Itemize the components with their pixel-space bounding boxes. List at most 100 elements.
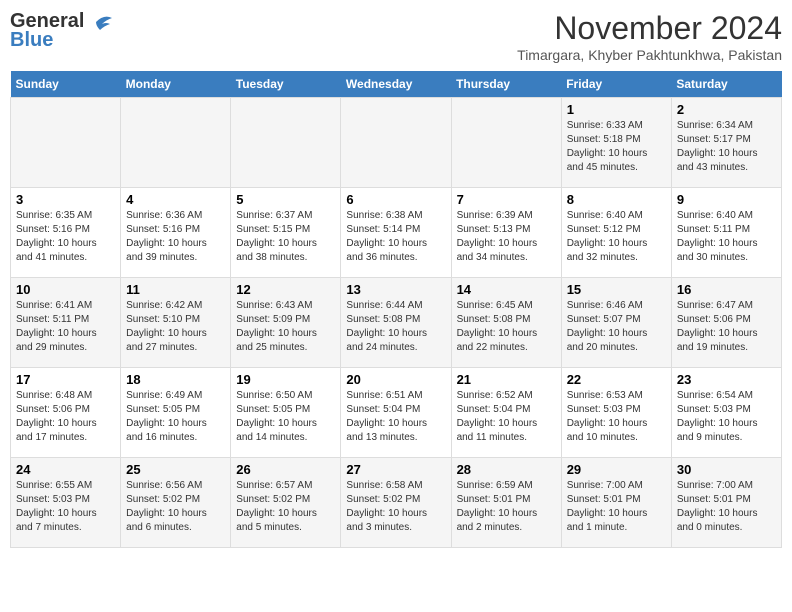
calendar-day-cell: 14 Sunrise: 6:45 AM Sunset: 5:08 PM Dayli… [451,278,561,368]
calendar-week-row: 17 Sunrise: 6:48 AM Sunset: 5:06 PM Dayli… [11,368,782,458]
calendar-day-cell: 1 Sunrise: 6:33 AM Sunset: 5:18 PM Daylig… [561,98,671,188]
day-number: 15 [567,282,666,297]
day-number: 9 [677,192,776,207]
day-info-text: Sunrise: 6:35 AM Sunset: 5:16 PM Dayligh… [16,209,115,265]
day-number: 12 [236,282,335,297]
calendar-day-cell [451,98,561,188]
logo-bird-icon [86,12,114,32]
calendar-day-cell: 25 Sunrise: 6:56 AM Sunset: 5:02 PM Dayli… [121,458,231,548]
calendar-day-cell: 15 Sunrise: 6:46 AM Sunset: 5:07 PM Dayli… [561,278,671,368]
day-info-text: Sunrise: 6:42 AM Sunset: 5:10 PM Dayligh… [126,299,225,355]
calendar-day-cell: 4 Sunrise: 6:36 AM Sunset: 5:16 PM Daylig… [121,188,231,278]
day-number: 30 [677,462,776,477]
day-info-text: Sunrise: 6:51 AM Sunset: 5:04 PM Dayligh… [346,389,445,445]
day-number: 24 [16,462,115,477]
day-of-week-header: Thursday [451,71,561,98]
day-of-week-header: Tuesday [231,71,341,98]
day-info-text: Sunrise: 6:38 AM Sunset: 5:14 PM Dayligh… [346,209,445,265]
calendar-day-cell: 23 Sunrise: 6:54 AM Sunset: 5:03 PM Dayli… [671,368,781,458]
calendar-day-cell: 16 Sunrise: 6:47 AM Sunset: 5:06 PM Dayli… [671,278,781,368]
day-info-text: Sunrise: 6:40 AM Sunset: 5:12 PM Dayligh… [567,209,666,265]
day-number: 21 [457,372,556,387]
day-number: 1 [567,102,666,117]
day-number: 14 [457,282,556,297]
day-info-text: Sunrise: 6:46 AM Sunset: 5:07 PM Dayligh… [567,299,666,355]
day-number: 10 [16,282,115,297]
calendar-header-row: SundayMondayTuesdayWednesdayThursdayFrid… [11,71,782,98]
day-info-text: Sunrise: 6:37 AM Sunset: 5:15 PM Dayligh… [236,209,335,265]
calendar-day-cell: 6Sunrise: 6:38 AM Sunset: 5:14 PM Daylig… [341,188,451,278]
day-info-text: Sunrise: 6:36 AM Sunset: 5:16 PM Dayligh… [126,209,225,265]
day-info-text: Sunrise: 6:45 AM Sunset: 5:08 PM Dayligh… [457,299,556,355]
calendar-day-cell: 22Sunrise: 6:53 AM Sunset: 5:03 PM Dayli… [561,368,671,458]
day-info-text: Sunrise: 6:34 AM Sunset: 5:17 PM Dayligh… [677,119,776,175]
day-info-text: Sunrise: 6:54 AM Sunset: 5:03 PM Dayligh… [677,389,776,445]
day-info-text: Sunrise: 6:39 AM Sunset: 5:13 PM Dayligh… [457,209,556,265]
day-info-text: Sunrise: 6:48 AM Sunset: 5:06 PM Dayligh… [16,389,115,445]
page-header: General Blue November 2024 Timargara, Kh… [10,10,782,63]
day-of-week-header: Saturday [671,71,781,98]
day-number: 4 [126,192,225,207]
calendar-day-cell: 3Sunrise: 6:35 AM Sunset: 5:16 PM Daylig… [11,188,121,278]
calendar-day-cell: 30 Sunrise: 7:00 AM Sunset: 5:01 PM Dayli… [671,458,781,548]
day-info-text: Sunrise: 6:40 AM Sunset: 5:11 PM Dayligh… [677,209,776,265]
day-number: 23 [677,372,776,387]
calendar-week-row: 24 Sunrise: 6:55 AM Sunset: 5:03 PM Dayli… [11,458,782,548]
day-number: 29 [567,462,666,477]
day-number: 18 [126,372,225,387]
day-info-text: Sunrise: 6:44 AM Sunset: 5:08 PM Dayligh… [346,299,445,355]
day-of-week-header: Sunday [11,71,121,98]
calendar-day-cell: 26Sunrise: 6:57 AM Sunset: 5:02 PM Dayli… [231,458,341,548]
calendar-day-cell [121,98,231,188]
calendar-day-cell: 24 Sunrise: 6:55 AM Sunset: 5:03 PM Dayli… [11,458,121,548]
day-info-text: Sunrise: 6:56 AM Sunset: 5:02 PM Dayligh… [126,479,225,535]
calendar-day-cell: 28 Sunrise: 6:59 AM Sunset: 5:01 PM Dayli… [451,458,561,548]
day-number: 17 [16,372,115,387]
logo-blue-text: Blue [10,29,53,52]
day-number: 13 [346,282,445,297]
calendar-day-cell: 9 Sunrise: 6:40 AM Sunset: 5:11 PM Daylig… [671,188,781,278]
day-info-text: Sunrise: 6:33 AM Sunset: 5:18 PM Dayligh… [567,119,666,175]
calendar-day-cell: 8 Sunrise: 6:40 AM Sunset: 5:12 PM Daylig… [561,188,671,278]
day-number: 25 [126,462,225,477]
calendar-day-cell: 7Sunrise: 6:39 AM Sunset: 5:13 PM Daylig… [451,188,561,278]
day-number: 22 [567,372,666,387]
day-info-text: Sunrise: 6:43 AM Sunset: 5:09 PM Dayligh… [236,299,335,355]
calendar-day-cell: 5 Sunrise: 6:37 AM Sunset: 5:15 PM Daylig… [231,188,341,278]
day-number: 11 [126,282,225,297]
day-info-text: Sunrise: 6:50 AM Sunset: 5:05 PM Dayligh… [236,389,335,445]
day-number: 5 [236,192,335,207]
day-info-text: Sunrise: 7:00 AM Sunset: 5:01 PM Dayligh… [677,479,776,535]
calendar-week-row: 1 Sunrise: 6:33 AM Sunset: 5:18 PM Daylig… [11,98,782,188]
day-info-text: Sunrise: 6:59 AM Sunset: 5:01 PM Dayligh… [457,479,556,535]
day-number: 16 [677,282,776,297]
calendar-day-cell: 12 Sunrise: 6:43 AM Sunset: 5:09 PM Dayli… [231,278,341,368]
day-of-week-header: Monday [121,71,231,98]
day-number: 19 [236,372,335,387]
day-info-text: Sunrise: 6:52 AM Sunset: 5:04 PM Dayligh… [457,389,556,445]
day-of-week-header: Wednesday [341,71,451,98]
day-number: 8 [567,192,666,207]
calendar-day-cell: 27 Sunrise: 6:58 AM Sunset: 5:02 PM Dayli… [341,458,451,548]
calendar-day-cell [231,98,341,188]
calendar-day-cell: 29 Sunrise: 7:00 AM Sunset: 5:01 PM Dayli… [561,458,671,548]
month-year-title: November 2024 [517,10,782,47]
calendar-day-cell: 18 Sunrise: 6:49 AM Sunset: 5:05 PM Dayli… [121,368,231,458]
day-number: 27 [346,462,445,477]
calendar-week-row: 10Sunrise: 6:41 AM Sunset: 5:11 PM Dayli… [11,278,782,368]
calendar-table: SundayMondayTuesdayWednesdayThursdayFrid… [10,71,782,548]
calendar-week-row: 3Sunrise: 6:35 AM Sunset: 5:16 PM Daylig… [11,188,782,278]
day-number: 20 [346,372,445,387]
day-number: 28 [457,462,556,477]
day-info-text: Sunrise: 6:49 AM Sunset: 5:05 PM Dayligh… [126,389,225,445]
calendar-day-cell: 17 Sunrise: 6:48 AM Sunset: 5:06 PM Dayli… [11,368,121,458]
day-info-text: Sunrise: 6:47 AM Sunset: 5:06 PM Dayligh… [677,299,776,355]
day-of-week-header: Friday [561,71,671,98]
day-info-text: Sunrise: 7:00 AM Sunset: 5:01 PM Dayligh… [567,479,666,535]
title-section: November 2024 Timargara, Khyber Pakhtunk… [517,10,782,63]
calendar-day-cell: 21 Sunrise: 6:52 AM Sunset: 5:04 PM Dayli… [451,368,561,458]
calendar-day-cell: 2Sunrise: 6:34 AM Sunset: 5:17 PM Daylig… [671,98,781,188]
day-info-text: Sunrise: 6:58 AM Sunset: 5:02 PM Dayligh… [346,479,445,535]
calendar-day-cell: 11 Sunrise: 6:42 AM Sunset: 5:10 PM Dayli… [121,278,231,368]
day-info-text: Sunrise: 6:55 AM Sunset: 5:03 PM Dayligh… [16,479,115,535]
